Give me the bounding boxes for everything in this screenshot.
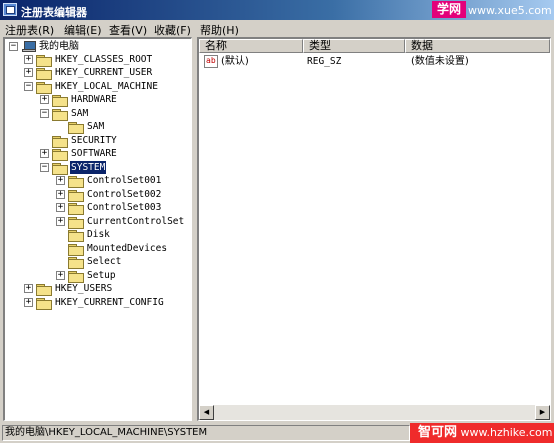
tree-item-label: ControlSet003 bbox=[87, 202, 162, 213]
scroll-left-button[interactable]: ◀ bbox=[199, 405, 214, 420]
tree-item-label: HKEY_CURRENT_USER bbox=[55, 67, 153, 78]
window-title: 注册表编辑器 bbox=[21, 6, 87, 19]
watermark-badge: 学网 bbox=[432, 1, 466, 18]
status-bar: 我的电脑\HKEY_LOCAL_MACHINE\SYSTEM 智可网 www.h… bbox=[0, 423, 554, 443]
expand-toggle[interactable]: + bbox=[24, 68, 33, 77]
tree-item-label: HARDWARE bbox=[71, 94, 117, 105]
folder-open-icon bbox=[52, 163, 68, 175]
tree-item-label: SOFTWARE bbox=[71, 148, 117, 159]
expand-toggle[interactable]: + bbox=[24, 284, 33, 293]
column-header-data[interactable]: 数据 bbox=[405, 39, 550, 53]
tree-item-label: SAM bbox=[71, 108, 89, 119]
column-header-name[interactable]: 名称 bbox=[199, 39, 303, 53]
tree-item-label: 我的电脑 bbox=[39, 41, 79, 52]
folder-icon bbox=[36, 284, 52, 296]
value-data: (数值未设置) bbox=[411, 56, 469, 67]
tree-pane[interactable]: − 我的电脑 + HKEY_CLASSES_ROOT + HKEY_CURREN… bbox=[3, 37, 192, 421]
tree-item-label: CurrentControlSet bbox=[87, 216, 185, 227]
folder-icon bbox=[36, 68, 52, 80]
menu-help[interactable]: 帮助(H) bbox=[200, 22, 239, 38]
expand-toggle[interactable]: + bbox=[56, 203, 65, 212]
expand-toggle[interactable]: + bbox=[24, 298, 33, 307]
folder-open-icon bbox=[52, 109, 68, 121]
collapse-toggle[interactable]: − bbox=[40, 109, 49, 118]
scroll-right-button[interactable]: ▶ bbox=[535, 405, 550, 420]
string-value-icon: ab bbox=[204, 55, 218, 68]
expand-toggle[interactable]: + bbox=[56, 271, 65, 280]
expand-toggle[interactable]: + bbox=[56, 176, 65, 185]
folder-icon bbox=[68, 203, 84, 215]
value-type: REG_SZ bbox=[307, 56, 342, 67]
menu-favorites[interactable]: 收藏(F) bbox=[154, 22, 191, 38]
folder-icon bbox=[68, 190, 84, 202]
folder-icon bbox=[68, 244, 84, 256]
menu-registry[interactable]: 注册表(R) bbox=[5, 22, 54, 38]
folder-icon bbox=[52, 95, 68, 107]
collapse-toggle[interactable]: − bbox=[40, 163, 49, 172]
folder-icon bbox=[36, 298, 52, 310]
folder-icon bbox=[68, 271, 84, 283]
watermark-url: www.xue5.com bbox=[468, 4, 552, 17]
folder-icon bbox=[52, 149, 68, 161]
expand-toggle[interactable]: + bbox=[56, 217, 65, 226]
tree-item-label: MountedDevices bbox=[87, 243, 168, 254]
tree-item-label: SECURITY bbox=[71, 135, 117, 146]
tree-item-label: HKEY_CURRENT_CONFIG bbox=[55, 297, 164, 308]
folder-icon bbox=[68, 257, 84, 269]
folder-icon bbox=[68, 217, 84, 229]
column-header-type[interactable]: 类型 bbox=[303, 39, 405, 53]
expand-toggle[interactable]: + bbox=[24, 55, 33, 64]
computer-icon bbox=[22, 41, 36, 52]
watermark-footer-badge: 智可网 bbox=[418, 425, 458, 440]
menu-bar: 注册表(R) 编辑(E) 查看(V) 收藏(F) 帮助(H) bbox=[0, 20, 554, 38]
expand-toggle[interactable]: + bbox=[40, 149, 49, 158]
status-path: 我的电脑\HKEY_LOCAL_MACHINE\SYSTEM bbox=[2, 425, 410, 441]
folder-icon bbox=[68, 176, 84, 188]
tree-item-label: SAM bbox=[87, 121, 105, 132]
values-list-pane[interactable]: 名称 类型 数据 ab (默认) REG_SZ (数值未设置) ◀ ▶ bbox=[197, 37, 551, 421]
tree-item-label: ControlSet001 bbox=[87, 175, 162, 186]
watermark-footer: 智可网 www.hzhike.com bbox=[410, 423, 554, 443]
folder-icon bbox=[36, 55, 52, 67]
expand-toggle[interactable]: + bbox=[40, 95, 49, 104]
folder-icon bbox=[68, 230, 84, 242]
folder-icon bbox=[52, 136, 68, 148]
tree-item-label: HKEY_LOCAL_MACHINE bbox=[55, 81, 158, 92]
horizontal-scrollbar[interactable]: ◀ ▶ bbox=[199, 405, 550, 420]
tree-item-label: HKEY_CLASSES_ROOT bbox=[55, 54, 153, 65]
watermark-footer-url: www.hzhike.com bbox=[460, 426, 553, 439]
expand-toggle[interactable]: + bbox=[56, 190, 65, 199]
tree-item-label: Disk bbox=[87, 229, 110, 240]
title-bar: 注册表编辑器 学网 www.xue5.com bbox=[0, 0, 554, 20]
menu-edit[interactable]: 编辑(E) bbox=[64, 22, 102, 38]
tree-item-label-selected: SYSTEM bbox=[68, 160, 108, 175]
collapse-toggle[interactable]: − bbox=[9, 42, 18, 51]
menu-view[interactable]: 查看(V) bbox=[109, 22, 147, 38]
collapse-toggle[interactable]: − bbox=[24, 82, 33, 91]
tree-item-label: HKEY_USERS bbox=[55, 283, 113, 294]
tree-item-label: ControlSet002 bbox=[87, 189, 162, 200]
tree-item-label: Select bbox=[87, 256, 122, 267]
folder-open-icon bbox=[36, 82, 52, 94]
folder-icon bbox=[68, 122, 84, 134]
regedit-icon bbox=[3, 3, 17, 16]
tree-item-label: Setup bbox=[87, 270, 116, 281]
value-name: (默认) bbox=[221, 56, 249, 67]
